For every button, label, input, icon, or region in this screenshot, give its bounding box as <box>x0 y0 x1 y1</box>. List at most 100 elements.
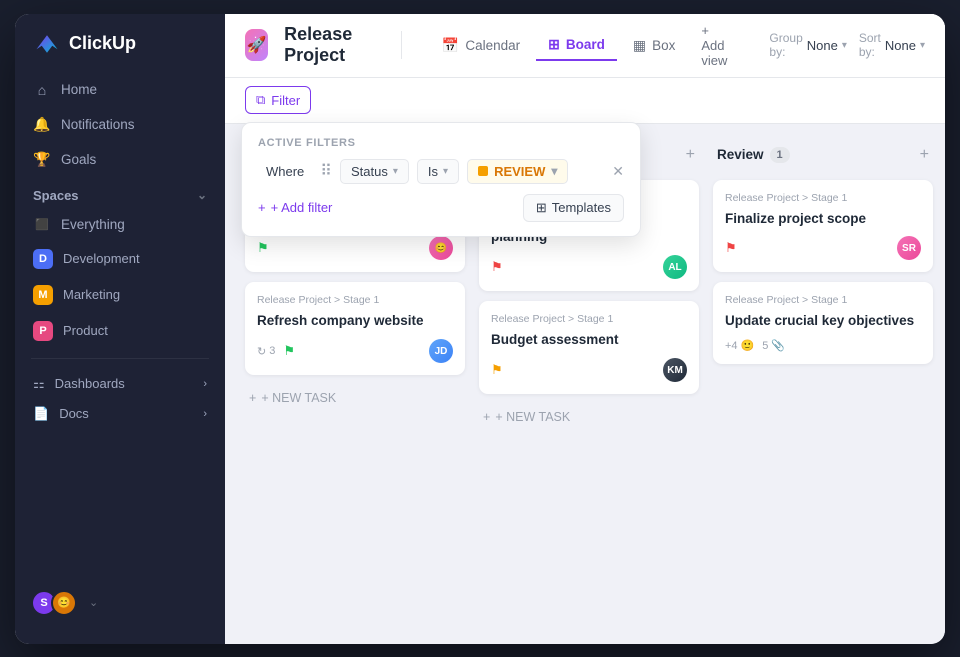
spaces-list: ⬛ Everything D Development M Marketing P… <box>15 209 225 348</box>
card-breadcrumb: Release Project > Stage 1 <box>725 294 921 306</box>
filter-label: Filter <box>271 93 300 108</box>
sidebar-item-development[interactable]: D Development <box>23 242 217 276</box>
header-tabs: 📅 Calendar ⊞ Board ▦ Box + Add view <box>430 17 738 74</box>
new-task-label: + NEW TASK <box>261 391 336 405</box>
chevron-right-icon-docs: › <box>203 408 207 420</box>
card-meta: ↻ 3 ⚑ <box>257 343 295 359</box>
new-task-button-todo[interactable]: + + NEW TASK <box>245 385 465 411</box>
templates-label: Templates <box>552 200 611 215</box>
chevron-right-icon: › <box>203 378 207 390</box>
active-filters-label: ACTIVE FILTERS <box>258 137 624 149</box>
sidebar-item-marketing-label: Marketing <box>63 287 120 302</box>
header-divider <box>401 31 402 59</box>
card-breadcrumb: Release Project > Stage 1 <box>257 294 453 306</box>
page-header: 🚀 Release Project 📅 Calendar ⊞ Board ▦ B… <box>225 14 945 78</box>
column-review-title: Review <box>717 147 764 162</box>
sidebar-item-docs-label: Docs <box>59 406 89 421</box>
filter-is-chip[interactable]: Is ▾ <box>417 159 459 184</box>
column-review-add-icon[interactable]: + <box>920 146 929 164</box>
sidebar-item-dashboards-label: Dashboards <box>55 376 125 391</box>
is-chevron-icon: ▾ <box>443 166 448 177</box>
stat-value: 3 <box>269 345 275 357</box>
card-key-objectives[interactable]: Release Project > Stage 1 Update crucial… <box>713 282 933 364</box>
sidebar-item-notifications[interactable]: 🔔 Notifications <box>23 108 217 141</box>
add-view-label: + Add view <box>701 23 727 68</box>
card-footer: ⚑ AL <box>491 255 687 279</box>
sidebar-divider <box>31 358 209 359</box>
add-filter-button[interactable]: + + Add filter <box>258 196 332 219</box>
group-by-value: None <box>807 38 838 53</box>
card-stat-count: ↻ 3 <box>257 345 275 358</box>
avatar-user2: 😊 <box>51 590 77 616</box>
attachment-icon: 📎 <box>771 339 785 352</box>
spaces-header[interactable]: Spaces ⌄ <box>15 176 225 209</box>
filter-review-chip[interactable]: REVIEW ▾ <box>467 159 568 184</box>
card-footer: ↻ 3 ⚑ JD <box>257 339 453 363</box>
templates-button[interactable]: ⊞ Templates <box>523 194 624 222</box>
add-filter-plus-icon: + <box>258 200 266 215</box>
sidebar-item-docs[interactable]: 📄 Docs › <box>15 399 225 429</box>
filter-icon: ⧉ <box>256 92 265 108</box>
avatar-stack: S 😊 <box>31 590 77 616</box>
card-breadcrumb: Release Project > Stage 1 <box>725 192 921 204</box>
templates-icon: ⊞ <box>536 200 547 216</box>
filter-row: Where ⠿ Status ▾ Is ▾ REVIEW ▾ <box>258 159 624 184</box>
sidebar-item-home[interactable]: ⌂ Home <box>23 74 217 106</box>
home-icon: ⌂ <box>33 82 51 98</box>
flag-icon: ⚑ <box>283 343 295 359</box>
add-view-button[interactable]: + Add view <box>691 17 737 74</box>
group-by-label: Group by: <box>769 31 802 59</box>
filter-close-icon[interactable]: ✕ <box>612 163 624 180</box>
card-title: Budget assessment <box>491 331 687 350</box>
sidebar-item-goals[interactable]: 🏆 Goals <box>23 143 217 176</box>
add-filter-label: + Add filter <box>271 200 333 215</box>
reaction-emoji: 🙂 <box>741 339 755 352</box>
card-refresh-website[interactable]: Release Project > Stage 1 Refresh compan… <box>245 282 465 375</box>
tab-board[interactable]: ⊞ Board <box>536 30 617 61</box>
sidebar-item-goals-label: Goals <box>61 152 96 167</box>
sidebar-logo[interactable]: ClickUp <box>15 30 225 74</box>
review-label: REVIEW <box>494 164 545 179</box>
sidebar-item-product[interactable]: P Product <box>23 314 217 348</box>
card-avatar: KM <box>663 358 687 382</box>
everything-icon: ⬛ <box>33 218 51 231</box>
tab-box[interactable]: ▦ Box <box>621 31 688 60</box>
card-breadcrumb: Release Project > Stage 1 <box>491 313 687 325</box>
card-budget-assessment[interactable]: Release Project > Stage 1 Budget assessm… <box>479 301 699 394</box>
tab-box-label: Box <box>652 38 675 53</box>
sidebar-item-marketing[interactable]: M Marketing <box>23 278 217 312</box>
card-avatar: AL <box>663 255 687 279</box>
card-footer: ⚑ KM <box>491 358 687 382</box>
sidebar-item-home-label: Home <box>61 82 97 97</box>
bell-icon: 🔔 <box>33 116 51 133</box>
flag-icon: ⚑ <box>725 240 737 256</box>
filter-button[interactable]: ⧉ Filter <box>245 86 311 114</box>
sort-by-value: None <box>885 38 916 53</box>
sidebar-item-everything[interactable]: ⬛ Everything <box>23 209 217 240</box>
project-title: Release Project <box>284 24 381 66</box>
tab-calendar-label: Calendar <box>465 38 520 53</box>
sidebar-item-dashboards[interactable]: ⚏ Dashboards › <box>15 369 225 399</box>
meta-reactions: +4 🙂 <box>725 339 754 352</box>
new-task-button-inprogress[interactable]: + + NEW TASK <box>479 404 699 430</box>
tab-calendar[interactable]: 📅 Calendar <box>430 31 532 60</box>
card-title: Refresh company website <box>257 312 453 331</box>
sort-by-control[interactable]: Sort by: None ▾ <box>859 31 925 59</box>
card-title: Finalize project scope <box>725 210 921 229</box>
column-inprogress-add-icon[interactable]: + <box>686 146 695 164</box>
group-by-control[interactable]: Group by: None ▾ <box>769 31 846 59</box>
filter-status-chip[interactable]: Status ▾ <box>340 159 409 184</box>
clickup-logo-icon <box>33 30 61 58</box>
column-review: Review 1 + Release Project > Stage 1 Fin… <box>713 140 933 365</box>
app-title: ClickUp <box>69 33 136 54</box>
card-finalize-scope[interactable]: Release Project > Stage 1 Finalize proje… <box>713 180 933 273</box>
sidebar-item-product-label: Product <box>63 323 108 338</box>
filter-drag-handle[interactable]: ⠿ <box>320 161 332 181</box>
card-title: Update crucial key objectives <box>725 312 921 331</box>
flag-icon: ⚑ <box>257 240 269 256</box>
card-footer: ⚑ 😊 <box>257 236 453 260</box>
sidebar-user[interactable]: S 😊 ⌄ <box>15 578 225 628</box>
sidebar-item-notifications-label: Notifications <box>61 117 135 132</box>
is-label: Is <box>428 164 438 179</box>
filter-where-label: Where <box>258 159 312 184</box>
